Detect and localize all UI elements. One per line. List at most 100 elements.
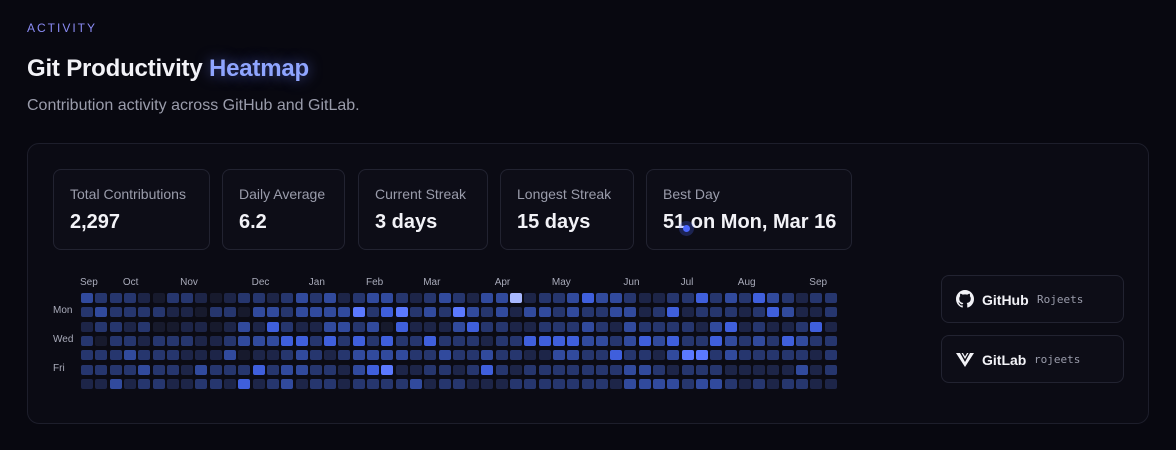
heatmap-cell[interactable] <box>452 364 465 375</box>
heatmap-cell[interactable] <box>595 293 608 303</box>
heatmap-cell[interactable] <box>638 378 651 389</box>
heatmap-cell[interactable] <box>538 364 551 375</box>
heatmap-cell[interactable] <box>381 378 394 389</box>
heatmap-cell[interactable] <box>510 293 522 303</box>
heatmap-cell[interactable] <box>452 321 465 332</box>
heatmap-cell[interactable] <box>409 378 422 389</box>
heatmap-cell[interactable] <box>195 335 208 346</box>
heatmap-cell[interactable] <box>467 293 480 303</box>
heatmap-cell[interactable] <box>538 293 551 303</box>
heatmap-cell[interactable] <box>753 307 766 318</box>
heatmap-cell[interactable] <box>524 378 537 389</box>
heatmap-cell[interactable] <box>295 307 308 318</box>
heatmap-cell[interactable] <box>738 293 751 303</box>
heatmap-cell[interactable] <box>524 364 537 375</box>
heatmap-cell[interactable] <box>581 364 594 375</box>
heatmap-cell[interactable] <box>810 307 823 318</box>
heatmap-cell[interactable] <box>610 378 623 389</box>
heatmap-cell[interactable] <box>166 335 179 346</box>
heatmap-cell[interactable] <box>624 378 637 389</box>
heatmap-cell[interactable] <box>767 293 780 303</box>
heatmap-cell[interactable] <box>181 321 194 332</box>
heatmap-cell[interactable] <box>166 364 179 375</box>
heatmap-cell[interactable] <box>309 321 322 332</box>
heatmap-cell[interactable] <box>81 378 93 389</box>
heatmap-cell[interactable] <box>810 335 823 346</box>
heatmap-cell[interactable] <box>309 307 322 318</box>
heatmap-cell[interactable] <box>281 307 294 318</box>
heatmap-cell[interactable] <box>281 378 294 389</box>
heatmap-cell[interactable] <box>653 307 665 318</box>
heatmap-cell[interactable] <box>352 293 365 303</box>
heatmap-cell[interactable] <box>224 307 236 318</box>
heatmap-cell[interactable] <box>81 335 93 346</box>
heatmap-cell[interactable] <box>438 293 451 303</box>
heatmap-cell[interactable] <box>624 321 637 332</box>
heatmap-cell[interactable] <box>266 350 279 361</box>
heatmap-cell[interactable] <box>281 293 294 303</box>
heatmap-cell[interactable] <box>767 364 780 375</box>
heatmap-cell[interactable] <box>338 335 351 346</box>
heatmap-cell[interactable] <box>567 350 580 361</box>
heatmap-cell[interactable] <box>653 335 665 346</box>
heatmap-cell[interactable] <box>567 307 580 318</box>
heatmap-cell[interactable] <box>81 321 93 332</box>
heatmap-cell[interactable] <box>667 364 680 375</box>
heatmap-cell[interactable] <box>695 321 708 332</box>
heatmap-cell[interactable] <box>138 307 151 318</box>
heatmap-cell[interactable] <box>638 364 651 375</box>
heatmap-cell[interactable] <box>324 307 337 318</box>
heatmap-cell[interactable] <box>309 350 322 361</box>
heatmap-cell[interactable] <box>781 335 794 346</box>
heatmap-cell[interactable] <box>681 321 694 332</box>
heatmap-cell[interactable] <box>181 335 194 346</box>
heatmap-cell[interactable] <box>338 307 351 318</box>
heatmap-cell[interactable] <box>238 321 251 332</box>
heatmap-cell[interactable] <box>567 321 580 332</box>
heatmap-cell[interactable] <box>767 350 780 361</box>
heatmap-cell[interactable] <box>81 364 93 375</box>
heatmap-cell[interactable] <box>367 378 379 389</box>
heatmap-cell[interactable] <box>352 307 365 318</box>
heatmap-cell[interactable] <box>338 378 351 389</box>
heatmap-cell[interactable] <box>552 378 565 389</box>
heatmap-cell[interactable] <box>710 335 723 346</box>
heatmap-cell[interactable] <box>152 307 165 318</box>
heatmap-cell[interactable] <box>281 321 294 332</box>
heatmap-cell[interactable] <box>467 321 480 332</box>
heatmap-cell[interactable] <box>138 378 151 389</box>
heatmap-cell[interactable] <box>610 350 623 361</box>
heatmap-cell[interactable] <box>753 378 766 389</box>
heatmap-cell[interactable] <box>181 307 194 318</box>
heatmap-cell[interactable] <box>695 307 708 318</box>
heatmap-cell[interactable] <box>295 335 308 346</box>
heatmap-cell[interactable] <box>695 378 708 389</box>
heatmap-cell[interactable] <box>238 307 251 318</box>
heatmap-cell[interactable] <box>409 350 422 361</box>
heatmap-cell[interactable] <box>581 335 594 346</box>
heatmap-cell[interactable] <box>624 293 637 303</box>
heatmap-cell[interactable] <box>724 378 737 389</box>
heatmap-cell[interactable] <box>681 293 694 303</box>
heatmap-cell[interactable] <box>395 378 408 389</box>
heatmap-cell[interactable] <box>324 321 337 332</box>
heatmap-cell[interactable] <box>209 293 222 303</box>
heatmap-cell[interactable] <box>667 293 680 303</box>
heatmap-cell[interactable] <box>409 293 422 303</box>
heatmap-cell[interactable] <box>624 335 637 346</box>
heatmap-cell[interactable] <box>638 321 651 332</box>
heatmap-cell[interactable] <box>767 335 780 346</box>
heatmap-cell[interactable] <box>81 350 93 361</box>
heatmap-cell[interactable] <box>681 307 694 318</box>
account-github[interactable]: GitHub Rojeets <box>941 275 1124 323</box>
heatmap-cell[interactable] <box>538 335 551 346</box>
heatmap-cell[interactable] <box>595 364 608 375</box>
heatmap-cell[interactable] <box>753 364 766 375</box>
heatmap-cell[interactable] <box>195 350 208 361</box>
heatmap-cell[interactable] <box>138 364 151 375</box>
heatmap-cell[interactable] <box>481 321 494 332</box>
heatmap-cell[interactable] <box>495 378 508 389</box>
heatmap-cell[interactable] <box>510 364 522 375</box>
heatmap-cell[interactable] <box>495 293 508 303</box>
heatmap-cell[interactable] <box>409 364 422 375</box>
